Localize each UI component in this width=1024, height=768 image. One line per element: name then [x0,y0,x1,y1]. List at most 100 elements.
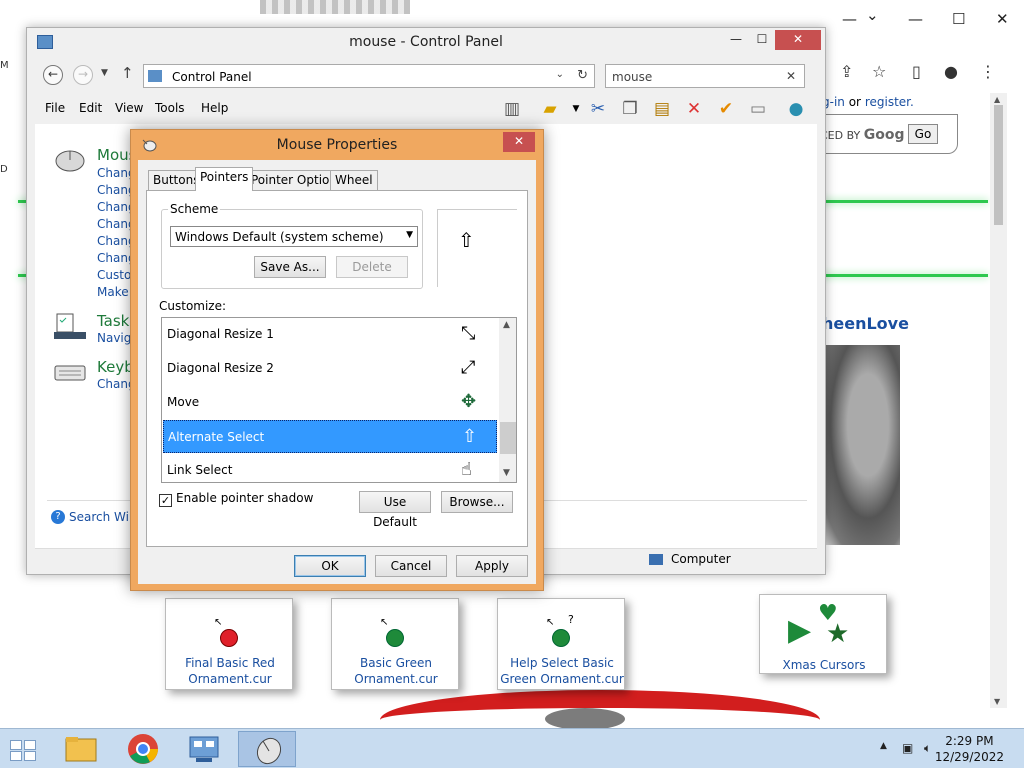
kebab-menu-icon[interactable]: ⋮ [980,62,996,81]
use-default-button[interactable]: Use Default [359,491,431,529]
start-button[interactable] [0,731,46,767]
scroll-down-icon[interactable]: ▼ [994,697,1000,706]
scroll-down-icon[interactable]: ▼ [503,468,510,478]
paste-icon[interactable]: ▤ [651,98,673,120]
folder-icon[interactable]: ▰ [539,98,561,120]
properties-icon[interactable]: ▭ [747,98,769,120]
enable-pointer-shadow-checkbox[interactable]: ✓ Enable pointer shadow [159,491,313,507]
list-item-selected[interactable]: Alternate Select ⇧ [163,420,497,453]
cursor-card-caption[interactable]: Final Basic Red Ornament.cur [166,655,294,687]
cursor-card-final-basic-red[interactable]: ↖ Final Basic Red Ornament.cur [165,598,293,690]
cursor-card-basic-green[interactable]: ↖ Basic Green Ornament.cur [331,598,459,690]
back-arrow-icon[interactable]: ← [43,65,63,85]
cursor-card-xmas[interactable]: ▶ ♥ ★ Xmas Cursors [759,594,887,674]
dialog-close-button[interactable]: ✕ [503,132,535,152]
taskbar: ▲ ▣ 🔈︎ 2:29 PM 12/29/2022 [0,728,1024,768]
chrome-icon [128,734,158,764]
control-panel-taskbar-button[interactable] [176,731,234,767]
delete-scheme-button[interactable]: Delete [336,256,408,278]
tab-wheel[interactable]: Wheel [330,170,378,190]
pointer-list[interactable]: Diagonal Resize 1 ⤡ Diagonal Resize 2 ⤢ … [161,317,517,483]
scroll-up-icon[interactable]: ▲ [994,95,1000,104]
clear-search-icon[interactable]: ✕ [786,69,796,83]
register-link[interactable]: register. [865,95,914,109]
browser-maximize-icon[interactable]: ☐ [952,10,965,28]
menu-view[interactable]: View [115,101,143,115]
list-item[interactable]: Diagonal Resize 2 ⤢ [163,352,497,385]
globe-icon[interactable]: ● [785,98,807,120]
alternate-select-cursor-icon: ⇧ [462,426,478,447]
search-input[interactable]: mouse ✕ [605,64,805,88]
page-scrollbar[interactable]: ▲ ▼ [990,93,1007,708]
browser-minimize-icon[interactable]: — [908,10,923,28]
volume-icon[interactable]: 🔈︎ [924,741,931,756]
browse-button[interactable]: Browse... [441,491,513,513]
menu-bar: File Edit View Tools Help [27,94,825,124]
delete-icon[interactable]: ✕ [683,98,705,120]
file-explorer-taskbar-button[interactable] [52,731,110,767]
scroll-up-icon[interactable]: ▲ [503,320,510,330]
browser-close-icon[interactable]: ✕ [996,10,1009,28]
browser-minimize-button[interactable]: — [842,10,857,28]
copy-icon[interactable]: ❐ [619,98,641,120]
chrome-taskbar-button[interactable] [114,731,172,767]
cp-titlebar[interactable]: mouse - Control Panel — ☐ ✕ [27,28,825,58]
clock[interactable]: 2:29 PM 12/29/2022 [935,733,1004,765]
star-icon[interactable]: ☆ [872,62,886,81]
share-icon[interactable]: ⇪ [840,62,853,81]
checkbox-checked-icon[interactable]: ✓ [159,494,172,507]
maximize-button[interactable]: ☐ [747,30,777,50]
login-or: or [848,95,861,109]
pointer-name: Diagonal Resize 2 [167,361,274,375]
checkmark-icon[interactable]: ✔ [715,98,737,120]
cursor-card-caption[interactable]: Basic Green Ornament.cur [332,655,460,687]
network-icon[interactable]: ▣ [902,741,913,755]
scroll-thumb[interactable] [994,105,1003,225]
scheme-value: Windows Default (system scheme) [175,230,384,244]
folder-icon [65,737,97,762]
save-as-button[interactable]: Save As... [254,256,326,278]
apply-button[interactable]: Apply [456,555,528,577]
menu-file[interactable]: File [45,101,65,115]
mouse-properties-taskbar-button[interactable] [238,731,296,767]
chevron-down-icon[interactable]: ⌄ [866,6,879,24]
chevron-down-icon[interactable]: ⌄ [556,69,564,80]
tab-pointers[interactable]: Pointers [195,167,254,191]
cursor-card-caption[interactable]: Xmas Cursors [760,657,888,673]
computer-icon [649,554,663,565]
control-panel-icon [148,70,162,82]
menu-edit[interactable]: Edit [79,101,102,115]
cancel-button[interactable]: Cancel [375,555,447,577]
menu-help[interactable]: Help [201,101,228,115]
scheme-select[interactable]: Windows Default (system scheme) ▼ [170,226,418,247]
show-hidden-icons-icon[interactable]: ▲ [880,741,887,751]
profile-icon[interactable]: ● [944,62,958,81]
arrow-up-cursor-icon: ⇧ [458,228,475,252]
layout-icon[interactable]: ▥ [501,98,523,120]
up-arrow-icon[interactable]: ↑ [121,64,134,82]
xmas-tree-icon: ▶ ♥ ★ [788,601,850,649]
forward-arrow-icon[interactable]: → [73,65,93,85]
side-panel-icon[interactable]: ▯ [912,62,921,81]
ok-button[interactable]: OK [294,555,366,577]
chevron-down-icon[interactable]: ▼ [565,98,587,120]
recent-dropdown-icon[interactable]: ▼ [101,68,108,78]
close-button[interactable]: ✕ [775,30,821,50]
go-button[interactable]: Go [908,124,938,144]
cursor-card-help-select[interactable]: ↖ ? Help Select Basic Green Ornament.cur [497,598,625,690]
list-item[interactable]: Move ✥ [163,386,497,419]
scroll-thumb[interactable] [500,422,516,454]
list-item[interactable]: Diagonal Resize 1 ⤡ [163,318,497,351]
keyboard-icon [53,360,87,388]
address-bar[interactable]: Control Panel ⌄ ↻ [143,64,595,88]
cursor-card-caption[interactable]: Help Select Basic Green Ornament.cur [498,655,626,687]
checkbox-label: Enable pointer shadow [176,491,314,505]
clock-time: 2:29 PM [945,734,994,748]
move-cursor-icon: ✥ [461,391,477,412]
keyboard-category-title[interactable]: Keyb [97,358,134,376]
cut-icon[interactable]: ✂ [587,98,609,120]
list-item[interactable]: Link Select ☝ [163,454,497,482]
list-scrollbar[interactable]: ▲ ▼ [499,318,516,482]
refresh-icon[interactable]: ↻ [577,68,588,83]
menu-tools[interactable]: Tools [155,101,185,115]
